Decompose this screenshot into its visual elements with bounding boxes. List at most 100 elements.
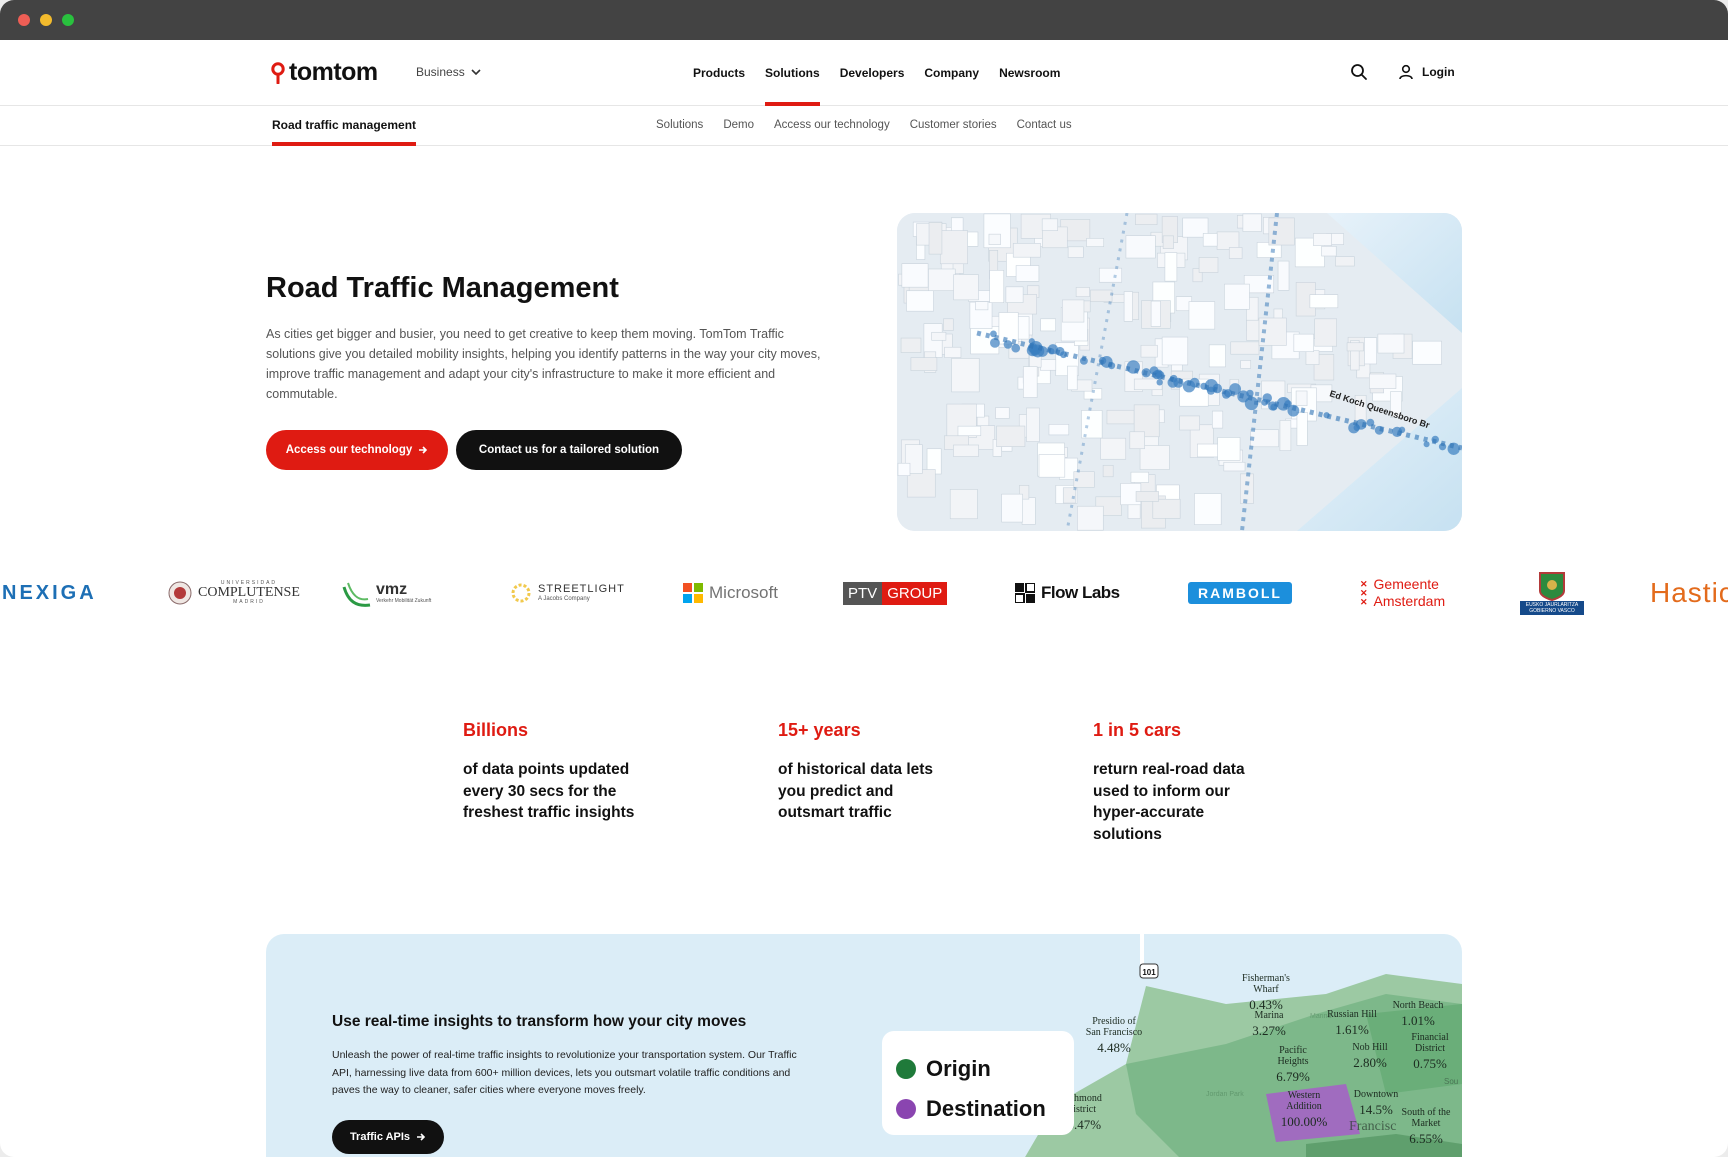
vmz-swoosh-icon [342, 582, 371, 607]
subnav-title[interactable]: Road traffic management [272, 118, 417, 146]
map-district-name: Wharf [1253, 984, 1279, 995]
city-building [1135, 491, 1159, 502]
traffic-apis-label: Traffic APIs [349, 1131, 411, 1143]
traffic-apis-button[interactable]: Traffic APIs [332, 1120, 444, 1154]
subnav-customer-stories[interactable]: Customer stories [910, 119, 997, 131]
city-building [1067, 246, 1084, 258]
insights-title: Use real-time insights to transform how … [332, 1013, 747, 1030]
stat-headline: 15+ years [778, 720, 861, 740]
contact-tailored-label: Contact us for a tailored solution [478, 444, 660, 456]
map-district-name: Pacific [1279, 1045, 1307, 1056]
city-building [897, 462, 911, 476]
destination-dot-icon [896, 1099, 916, 1119]
browser-window: tomtom Business Products Solutions Devel… [0, 0, 1728, 1157]
search-icon[interactable] [1350, 63, 1368, 81]
nav-solutions[interactable]: Solutions [765, 40, 820, 106]
highway-shield-label: 101 [1142, 968, 1156, 977]
legend-destination: Destination [896, 1089, 1060, 1129]
city-illustration: Ed Koch Queensboro Br [897, 213, 1462, 531]
city-building [1021, 497, 1036, 525]
access-technology-button[interactable]: Access our technology [266, 430, 448, 470]
city-building [1038, 454, 1066, 478]
city-building [1040, 359, 1057, 371]
city-building [1228, 247, 1243, 259]
city-building [1240, 473, 1254, 504]
city-building [1139, 445, 1170, 470]
login-button[interactable]: Login [1398, 64, 1455, 80]
city-building [1062, 487, 1076, 504]
city-building [1150, 300, 1161, 327]
city-building [1130, 471, 1149, 483]
subnav-links: Solutions Demo Access our technology Cus… [656, 119, 1072, 131]
map-district-pct: 3.27% [1252, 1023, 1286, 1038]
map-district-pct: 1.01% [1401, 1013, 1435, 1028]
city-building [1277, 260, 1290, 291]
map-district-name: Russian Hill [1327, 1009, 1377, 1020]
city-building [989, 270, 1005, 303]
nav-company[interactable]: Company [924, 40, 979, 106]
street-tree [1156, 379, 1163, 386]
city-building [1041, 218, 1058, 231]
city-building [951, 358, 980, 393]
stat-billions: Billions of data points updated every 30… [463, 720, 683, 824]
city-building [1086, 238, 1105, 247]
logo-text: tomtom [289, 58, 378, 86]
chevron-down-icon [471, 69, 481, 75]
city-building [1194, 493, 1222, 525]
insights-description: Unleash the power of real-time traffic i… [332, 1049, 797, 1096]
map-district-name: District [1415, 1043, 1445, 1054]
city-building [1346, 342, 1364, 352]
city-building [1197, 443, 1220, 458]
arrow-right-icon [417, 1133, 426, 1141]
minimize-window-button[interactable] [40, 14, 52, 26]
site-header: tomtom Business Products Solutions Devel… [0, 40, 1728, 106]
street-tree [1011, 343, 1021, 353]
city-building [1250, 429, 1279, 448]
city-building [910, 357, 938, 371]
login-label: Login [1422, 65, 1455, 79]
nav-newsroom[interactable]: Newsroom [999, 40, 1060, 106]
nav-developers[interactable]: Developers [840, 40, 905, 106]
hero-title: Road Traffic Management [266, 272, 619, 304]
city-building [1125, 235, 1156, 259]
city-building [1335, 256, 1355, 267]
legend-origin-label: Origin [926, 1056, 991, 1081]
map-district-pct: 2.80% [1353, 1055, 1387, 1070]
stat-headline: Billions [463, 720, 529, 740]
nav-products[interactable]: Products [693, 40, 745, 106]
access-technology-label: Access our technology [285, 444, 413, 456]
city-building [1216, 231, 1240, 250]
city-building [1123, 291, 1133, 322]
tomtom-logo[interactable]: tomtom [271, 58, 378, 87]
city-building [995, 407, 1010, 419]
hero-description: As cities get bigger and busier, you nee… [266, 327, 821, 401]
map-district-name: San Francisco [1086, 1027, 1142, 1038]
logo-flow-labs: Flow Labs [1015, 563, 1120, 623]
city-building [928, 268, 956, 292]
subnav-access-technology[interactable]: Access our technology [774, 119, 890, 131]
contact-tailored-button[interactable]: Contact us for a tailored solution [456, 430, 682, 470]
window-titlebar [0, 0, 1728, 40]
subnav-demo[interactable]: Demo [723, 119, 754, 131]
legend-origin: Origin [896, 1049, 1060, 1089]
logo-nexiga: NEXIGA [2, 581, 97, 604]
complutense-crest-icon [168, 581, 192, 605]
city-building [1012, 243, 1041, 258]
stat-text: of data points updated every 30 secs for… [463, 761, 635, 821]
close-window-button[interactable] [18, 14, 30, 26]
sub-nav: Road traffic management Solutions Demo A… [0, 106, 1728, 146]
city-building [1067, 365, 1078, 391]
city-building [1161, 336, 1189, 366]
city-building [944, 346, 962, 358]
map-district-name: Financial [1411, 1032, 1448, 1043]
subnav-contact-us[interactable]: Contact us [1017, 119, 1072, 131]
subnav-solutions[interactable]: Solutions [656, 119, 703, 131]
map-district-pct: 0.75% [1413, 1056, 1447, 1071]
maximize-window-button[interactable] [62, 14, 74, 26]
logo-vmz: vmz Verkehr Mobilität Zukunft [342, 563, 431, 623]
city-building [1090, 289, 1113, 303]
main-nav: Products Solutions Developers Company Ne… [693, 40, 1060, 106]
city-building [1077, 505, 1104, 531]
city-building [931, 331, 947, 341]
business-dropdown[interactable]: Business [416, 65, 481, 79]
